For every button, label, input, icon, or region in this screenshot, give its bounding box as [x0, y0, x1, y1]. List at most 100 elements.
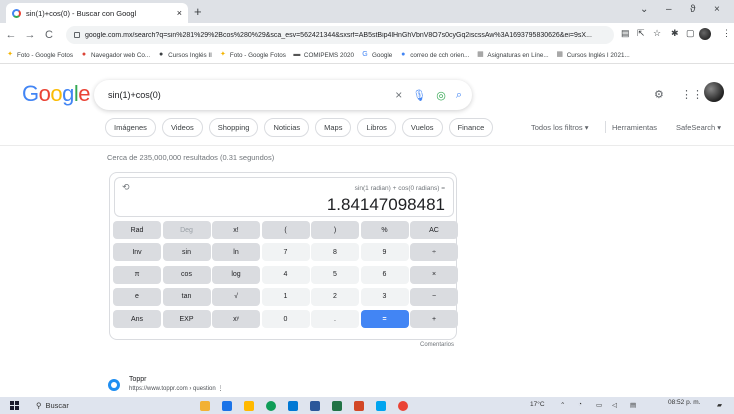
bookmark-item[interactable]: ● Navegador web Co...: [80, 51, 150, 59]
calc-key[interactable]: Inv: [113, 243, 161, 262]
calc-key[interactable]: Ans: [113, 310, 161, 329]
account-avatar[interactable]: [704, 82, 724, 102]
calc-key[interactable]: −: [410, 287, 458, 306]
tray-chevron-icon[interactable]: ⌃: [560, 401, 565, 409]
filter-chip[interactable]: Libros: [357, 118, 396, 137]
word-app-icon[interactable]: [310, 401, 320, 411]
filter-chip[interactable]: Noticias: [264, 118, 310, 137]
safesearch-button[interactable]: SafeSearch ▾: [676, 123, 721, 132]
calc-key[interactable]: 9: [360, 243, 409, 262]
taskbar-search[interactable]: ⚲ Buscar: [36, 401, 69, 410]
google-logo[interactable]: Google: [22, 81, 91, 107]
bookmark-item[interactable]: ✦ Foto - Google Fotos: [6, 51, 73, 59]
file-explorer-icon[interactable]: [244, 401, 254, 411]
widgets-icon[interactable]: [200, 401, 210, 411]
calc-key[interactable]: ): [311, 221, 359, 239]
powerpoint-app-icon[interactable]: [354, 401, 364, 411]
minimize-button[interactable]: –: [666, 4, 672, 15]
google-chrome-icon[interactable]: [398, 401, 408, 411]
bookmark-item[interactable]: ▦ Asignaturas en Líne...: [476, 51, 549, 59]
tools-button[interactable]: Herramientas: [612, 123, 657, 132]
new-tab-button[interactable]: +: [194, 4, 202, 19]
reload-button[interactable]: C: [41, 29, 57, 41]
calc-key[interactable]: ln: [212, 243, 260, 262]
calc-key[interactable]: (: [261, 221, 310, 239]
windows-start-icon[interactable]: [10, 401, 19, 410]
calc-key[interactable]: %: [360, 221, 409, 239]
store-app-icon[interactable]: [376, 401, 386, 411]
extensions-icon[interactable]: ✱: [671, 28, 679, 39]
calc-key[interactable]: cos: [162, 265, 211, 284]
settings-gear-icon[interactable]: ⚙: [654, 88, 664, 101]
calc-key[interactable]: 8: [311, 243, 359, 262]
filter-chip[interactable]: Maps: [315, 118, 352, 137]
taskbar-clock[interactable]: 08:52 p. m.: [668, 399, 701, 406]
calc-key[interactable]: 0: [261, 310, 310, 329]
share-icon[interactable]: ⇱: [637, 28, 645, 39]
browser-menu-icon[interactable]: ⋮: [722, 28, 731, 39]
restore-button[interactable]: ϑ: [690, 4, 695, 15]
filter-chip[interactable]: Videos: [161, 118, 203, 137]
tab-close-icon[interactable]: ×: [177, 8, 182, 18]
search-icon[interactable]: ⌕: [456, 89, 462, 102]
side-panel-icon[interactable]: ▢: [686, 28, 695, 39]
calc-key[interactable]: ÷: [410, 243, 458, 262]
voice-search-icon[interactable]: 🎙: [412, 89, 426, 102]
calc-key[interactable]: ×: [410, 265, 458, 284]
weather-temperature[interactable]: 17°C: [530, 401, 545, 408]
search-input[interactable]: sin(1)+cos(0): [108, 90, 395, 100]
bookmark-item[interactable]: ▬ COMIPEMS 2020: [293, 51, 354, 59]
filter-chip[interactable]: Finance: [448, 118, 494, 137]
calc-key[interactable]: 5: [311, 265, 359, 284]
keyboard-icon[interactable]: ▤: [630, 401, 636, 409]
browser-profile-avatar[interactable]: [699, 28, 711, 40]
page-translate-icon[interactable]: ▤: [621, 28, 630, 39]
bookmark-item[interactable]: ▦ Cursos Inglés I 2021...: [556, 51, 629, 59]
calc-key[interactable]: 6: [360, 265, 409, 284]
tab-search-chevron-icon[interactable]: ⌄: [640, 4, 648, 15]
search-box[interactable]: sin(1)+cos(0) × 🎙 ◎ ⌕: [94, 80, 472, 110]
calc-key[interactable]: 7: [261, 243, 310, 262]
calc-key[interactable]: =: [360, 310, 409, 329]
excel-app-icon[interactable]: [332, 401, 342, 411]
calc-key[interactable]: xʸ: [212, 310, 260, 329]
comments-link[interactable]: Comentarios: [420, 342, 454, 348]
calc-key[interactable]: AC: [410, 221, 458, 239]
forward-button[interactable]: →: [22, 29, 38, 41]
bookmark-star-icon[interactable]: ☆: [653, 28, 661, 39]
calc-key[interactable]: 3: [360, 287, 409, 306]
back-button[interactable]: ←: [3, 29, 19, 41]
edge-app-icon[interactable]: [288, 401, 298, 411]
bookmark-item[interactable]: ✦ Foto - Google Fotos: [219, 51, 286, 59]
clear-search-icon[interactable]: ×: [395, 88, 402, 102]
calc-key[interactable]: log: [212, 265, 260, 284]
calc-key[interactable]: π: [113, 265, 161, 284]
calc-key[interactable]: √: [212, 287, 260, 306]
notifications-icon[interactable]: ▰: [717, 401, 722, 409]
address-bar[interactable]: google.com.mx/search?q=sin%281%29%2Bcos%…: [66, 26, 614, 44]
filter-chip[interactable]: Shopping: [208, 118, 259, 137]
calc-key[interactable]: 4: [261, 265, 310, 284]
calc-key[interactable]: .: [311, 310, 359, 329]
chrome-app-icon[interactable]: [266, 401, 276, 411]
calc-key[interactable]: 2: [311, 287, 359, 306]
battery-icon[interactable]: ▭: [596, 401, 602, 409]
result-site-name[interactable]: Toppr: [129, 376, 147, 383]
task-view-icon[interactable]: [222, 401, 232, 411]
calc-key[interactable]: EXP: [162, 310, 211, 329]
all-filters-button[interactable]: Todos los filtros ▾: [531, 123, 589, 132]
calc-key[interactable]: sin: [162, 243, 211, 262]
bookmark-item[interactable]: G Google: [361, 51, 392, 59]
history-icon[interactable]: ⟲: [122, 182, 130, 193]
calc-key[interactable]: tan: [162, 287, 211, 306]
close-window-button[interactable]: ×: [714, 4, 720, 15]
calc-key[interactable]: 1: [261, 287, 310, 306]
calc-key[interactable]: e: [113, 287, 161, 306]
result-url[interactable]: https://www.toppr.com › question ⋮: [129, 385, 223, 392]
calc-key[interactable]: x!: [212, 221, 260, 239]
network-icon[interactable]: ◔: [578, 401, 582, 408]
calc-key[interactable]: Rad: [113, 221, 161, 239]
active-tab[interactable]: sin(1)+cos(0) - Buscar con Googl ×: [6, 3, 188, 23]
bookmark-item[interactable]: ● correo de cch orien...: [399, 51, 469, 59]
bookmark-item[interactable]: ● Cursos Inglés II: [157, 51, 212, 59]
